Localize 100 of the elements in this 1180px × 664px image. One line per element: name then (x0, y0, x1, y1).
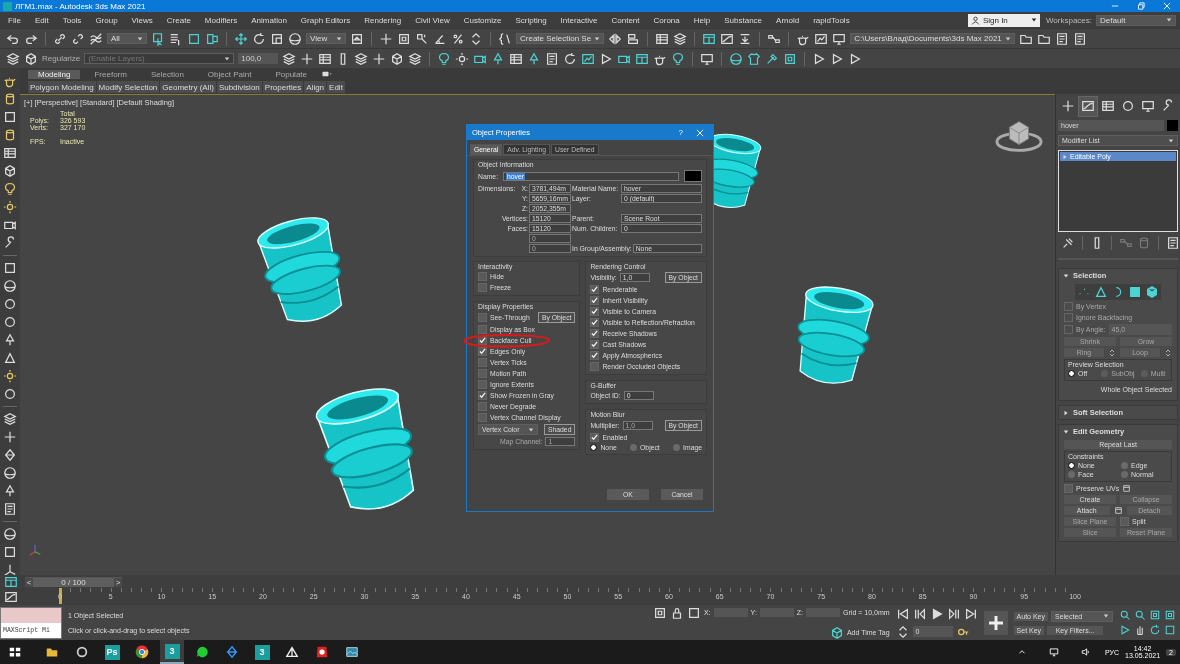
tree-icon[interactable] (3, 333, 17, 347)
radio-button[interactable] (1068, 462, 1075, 469)
go-to-start-icon[interactable] (895, 606, 910, 621)
menu-item[interactable]: Corona (653, 15, 680, 25)
menu-item[interactable]: Help (693, 15, 711, 25)
cube-icon[interactable] (24, 51, 38, 66)
menu-item[interactable]: Animation (251, 15, 287, 25)
current-frame-marker[interactable] (59, 588, 62, 604)
square-icon[interactable] (3, 110, 17, 124)
menu-item[interactable]: Content (611, 15, 640, 25)
checkbox[interactable] (590, 340, 600, 349)
close-icon[interactable] (695, 127, 705, 138)
mirror-icon[interactable] (608, 31, 623, 46)
table-icon[interactable] (3, 146, 17, 160)
ribbon-panel-tab[interactable]: Polygon Modeling (28, 81, 96, 93)
ring-icon[interactable] (3, 297, 17, 311)
checkbox[interactable] (1064, 484, 1073, 493)
camera-icon[interactable] (3, 218, 17, 232)
checkbox[interactable] (590, 285, 600, 294)
menu-item[interactable]: Rendering (364, 15, 402, 25)
rotate-icon[interactable] (252, 31, 266, 46)
restore-icon[interactable] (1136, 1, 1146, 11)
previous-frame-button[interactable]: < (25, 577, 33, 587)
menu-item[interactable]: Customize (463, 15, 502, 25)
wave-icon[interactable] (89, 31, 103, 46)
ribbon-tab[interactable]: Freeform (84, 69, 137, 79)
tree-icon[interactable] (527, 51, 542, 66)
link-icon[interactable] (53, 31, 67, 46)
checkbox[interactable] (590, 433, 600, 442)
play-icon[interactable] (848, 51, 863, 66)
layers-icon[interactable] (282, 51, 297, 66)
square-icon[interactable] (3, 261, 17, 275)
brace-icon[interactable] (498, 31, 512, 46)
layers-icon[interactable] (408, 51, 423, 66)
square-icon[interactable] (1164, 624, 1176, 636)
monitor-icon[interactable] (832, 31, 847, 46)
note-icon[interactable] (1072, 31, 1087, 46)
checkbox[interactable] (478, 391, 487, 400)
selection-filter-dropdown[interactable]: All (107, 33, 147, 44)
next-frame-icon[interactable] (946, 606, 961, 621)
bulb-icon[interactable] (671, 51, 686, 66)
checkbox[interactable] (478, 358, 487, 367)
menu-item[interactable]: Tools (62, 15, 82, 25)
checkbox[interactable] (478, 369, 487, 378)
checkbox[interactable] (478, 347, 487, 356)
checkbox[interactable] (590, 351, 600, 360)
note-icon[interactable] (1054, 31, 1069, 46)
brush-icon[interactable] (765, 51, 780, 66)
select-cursor-icon[interactable] (151, 31, 165, 46)
note-icon[interactable] (545, 51, 560, 66)
cube-icon[interactable] (1145, 285, 1159, 299)
target-icon[interactable] (783, 51, 798, 66)
named-selection-dropdown[interactable]: Create Selection Se (516, 33, 605, 44)
radio-button[interactable] (1068, 471, 1075, 478)
axis-tripod-icon[interactable] (3, 563, 17, 577)
close-icon[interactable] (1162, 1, 1172, 11)
ribbon-tab[interactable]: Modeling (28, 69, 81, 79)
render-frame-icon[interactable] (814, 31, 829, 46)
menu-item[interactable]: Group (95, 15, 118, 25)
wrench-icon[interactable] (3, 236, 17, 250)
radio-button[interactable] (590, 444, 598, 451)
menu-item[interactable]: Graph Editors (300, 15, 351, 25)
radio-button[interactable] (673, 444, 681, 451)
checkbox[interactable] (478, 380, 487, 389)
project-path-dropdown[interactable]: C:\Users\Влад\Documents\3ds Max 2021 (850, 33, 1015, 44)
percent-icon[interactable] (451, 31, 465, 46)
menu-item[interactable]: Substance (724, 15, 763, 25)
menu-item[interactable]: Interactive (560, 15, 598, 25)
ribbon-tab[interactable]: Object Paint (197, 69, 262, 79)
checkbox[interactable] (478, 313, 487, 322)
coordinate-dropdown[interactable]: View (306, 33, 346, 44)
ribbon-tab[interactable]: Selection (140, 69, 194, 79)
cross-icon[interactable] (379, 31, 393, 46)
layers-icon[interactable] (354, 51, 369, 66)
set-key-icon[interactable] (983, 610, 1008, 635)
align-icon[interactable] (626, 31, 641, 46)
ring-icon[interactable] (3, 315, 17, 329)
cylinder-icon[interactable] (3, 128, 17, 142)
hand-icon[interactable] (1134, 624, 1146, 636)
move-icon[interactable] (234, 31, 248, 46)
window-icon[interactable] (635, 51, 650, 66)
ribbon-panel-tab[interactable]: Properties (262, 81, 304, 93)
expand-arrow-icon[interactable] (1062, 153, 1068, 160)
scale-icon[interactable] (270, 31, 284, 46)
shirt-icon[interactable] (747, 51, 762, 66)
cube-icon[interactable] (3, 164, 17, 178)
ribbon-panel-tab[interactable]: Modify Selection (96, 81, 160, 93)
checkbox[interactable] (478, 402, 487, 411)
checkbox[interactable] (478, 325, 487, 334)
ribbon-panel-tab[interactable]: Geometry (All) (160, 81, 216, 93)
frame-counter[interactable]: 0 / 100 (33, 577, 114, 587)
rotate-icon[interactable] (563, 51, 578, 66)
menu-item[interactable]: Modifiers (204, 15, 238, 25)
ribbon-panel-tab[interactable]: Align (304, 81, 327, 93)
pin-icon[interactable] (1061, 236, 1075, 250)
sign-in-dropdown[interactable]: Sign In (967, 13, 1040, 27)
checkbox[interactable] (1120, 517, 1129, 526)
target-icon[interactable] (653, 605, 667, 620)
table-icon[interactable] (655, 31, 670, 46)
curve-tab[interactable] (1079, 97, 1097, 116)
